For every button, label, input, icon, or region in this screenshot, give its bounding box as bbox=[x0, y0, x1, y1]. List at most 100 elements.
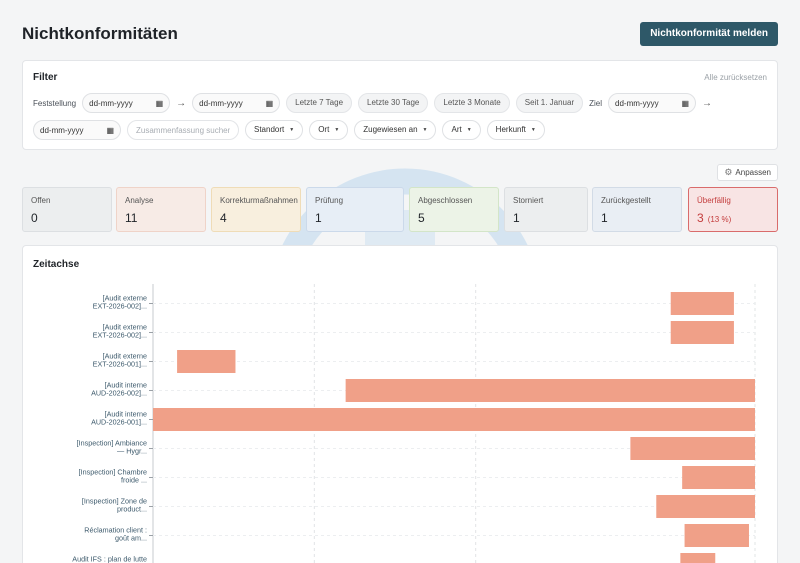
y-tick-label: [Audit interne AUD-2026-001]... bbox=[91, 410, 147, 427]
status-card-1[interactable]: Analyse 11 bbox=[116, 187, 206, 232]
assigned-to-dropdown[interactable]: Zugewiesen an ▼ bbox=[354, 120, 437, 140]
y-tick-label-line: EXT-2026-001]... bbox=[93, 360, 147, 369]
filter-row-search: dd-mm-yyyy ▦ Standort ▼ Ort ▼ Zugewiesen… bbox=[33, 120, 767, 140]
y-tick-label-line: EXT-2026-002]... bbox=[93, 302, 147, 311]
filter-panel: Filter Alle zurücksetzen Feststellung dd… bbox=[22, 60, 778, 150]
status-count-value: 1 bbox=[513, 211, 520, 225]
y-tick-label: Audit IFS : plan de lutte bbox=[72, 555, 147, 563]
status-label: Zurückgestellt bbox=[601, 196, 651, 205]
status-count: 1 bbox=[601, 211, 673, 225]
y-tick-label: [Audit externe EXT-2026-001]... bbox=[93, 352, 147, 369]
status-card-7[interactable]: Überfällig 3 (13 %) bbox=[688, 187, 778, 232]
status-count-value: 0 bbox=[31, 211, 38, 225]
filter-row-dates: Feststellung dd-mm-yyyy ▦ → dd-mm-yyyy ▦… bbox=[33, 93, 767, 113]
timeline-panel: Zeitachse [Audit externe EXT-2026-002]...… bbox=[22, 245, 778, 563]
status-count-value: 5 bbox=[418, 211, 425, 225]
y-tick-label-line: product... bbox=[117, 505, 147, 514]
type-dropdown[interactable]: Art ▼ bbox=[442, 120, 481, 140]
status-count: 4 bbox=[220, 211, 292, 225]
status-count-value: 1 bbox=[601, 211, 608, 225]
caret-down-icon: ▼ bbox=[422, 127, 428, 133]
status-count-value: 11 bbox=[125, 211, 138, 225]
y-tick-label-line: EXT-2026-002]... bbox=[93, 331, 147, 340]
y-tick-label: [Inspection] Zone de product... bbox=[82, 497, 147, 514]
caret-down-icon: ▼ bbox=[334, 127, 340, 133]
status-count-value: 1 bbox=[315, 211, 322, 225]
y-tick-label-line: froide ... bbox=[121, 476, 147, 485]
y-tick-label: [Inspection] Chambre froide ... bbox=[79, 468, 147, 485]
timeline-bar[interactable] bbox=[656, 495, 755, 518]
y-tick-label: [Inspection] Ambiance — Hygr... bbox=[77, 439, 147, 456]
preset-since-january[interactable]: Seit 1. Januar bbox=[515, 93, 584, 113]
dropdown-label: Ort bbox=[318, 125, 330, 134]
status-card-0[interactable]: Offen 0 bbox=[22, 187, 112, 232]
place-dropdown[interactable]: Ort ▼ bbox=[309, 120, 349, 140]
status-label: Abgeschlossen bbox=[418, 196, 473, 205]
status-label: Überfällig bbox=[697, 196, 731, 205]
filter-title: Filter bbox=[33, 72, 58, 83]
feststellung-to-date-input[interactable]: dd-mm-yyyy ▦ bbox=[192, 93, 281, 113]
y-tick-label-line: Audit IFS : plan de lutte bbox=[72, 555, 147, 563]
y-tick-label-line: — Hygr... bbox=[117, 447, 147, 456]
timeline-bar[interactable] bbox=[670, 321, 734, 344]
status-count: 1 bbox=[315, 211, 395, 225]
calendar-icon: ▦ bbox=[106, 125, 114, 135]
date-placeholder: dd-mm-yyyy bbox=[199, 98, 243, 108]
timeline-chart: [Audit externe EXT-2026-002]... [Audit ext… bbox=[72, 284, 756, 563]
status-label: Korrekturmaßnahmen bbox=[220, 196, 298, 205]
preset-last-30-days[interactable]: Letzte 30 Tage bbox=[358, 93, 429, 113]
timeline-bar[interactable] bbox=[630, 437, 755, 460]
status-card-5[interactable]: Storniert 1 bbox=[504, 187, 588, 232]
dropdown-label: Zugewiesen an bbox=[363, 125, 418, 134]
page-header: Nichtkonformitäten Nichtkonformität meld… bbox=[22, 14, 778, 54]
summary-search-input[interactable] bbox=[127, 120, 239, 140]
status-card-2[interactable]: Korrekturmaßnahmen 4 bbox=[211, 187, 301, 232]
status-count: 5 bbox=[418, 211, 490, 225]
status-label: Offen bbox=[31, 196, 51, 205]
preset-last-3-months[interactable]: Letzte 3 Monate bbox=[434, 93, 510, 113]
y-tick-label-line: AUD-2026-001]... bbox=[91, 418, 147, 427]
y-tick-label-line: goût am... bbox=[115, 534, 147, 543]
status-label: Storniert bbox=[513, 196, 544, 205]
status-card-6[interactable]: Zurückgestellt 1 bbox=[592, 187, 682, 232]
timeline-bar[interactable] bbox=[682, 466, 755, 489]
timeline-bar[interactable] bbox=[670, 292, 734, 315]
dropdown-label: Herkunft bbox=[495, 125, 526, 134]
customize-button[interactable]: ⚙ Anpassen bbox=[717, 164, 778, 181]
timeline-bar[interactable] bbox=[680, 553, 716, 563]
status-cards: Offen 0 Analyse 11 Korrekturmaßnahmen 4 Prüfun… bbox=[22, 187, 778, 232]
timeline-bar[interactable] bbox=[684, 524, 749, 547]
date-placeholder: dd-mm-yyyy bbox=[615, 98, 659, 108]
reset-all-link[interactable]: Alle zurücksetzen bbox=[704, 73, 767, 82]
report-nonconformity-button[interactable]: Nichtkonformität melden bbox=[640, 22, 778, 46]
status-card-3[interactable]: Prüfung 1 bbox=[306, 187, 404, 232]
y-tick-label: [Audit externe EXT-2026-002]... bbox=[93, 323, 147, 340]
origin-dropdown[interactable]: Herkunft ▼ bbox=[486, 120, 545, 140]
status-label: Prüfung bbox=[315, 196, 344, 205]
status-percentage: (13 %) bbox=[707, 215, 732, 224]
timeline-bar[interactable] bbox=[345, 379, 755, 402]
caret-down-icon: ▼ bbox=[466, 127, 472, 133]
location-dropdown[interactable]: Standort ▼ bbox=[245, 120, 304, 140]
feststellung-from-date-input[interactable]: dd-mm-yyyy ▦ bbox=[82, 93, 171, 113]
status-count: 11 bbox=[125, 211, 197, 225]
ziel-from-date-input[interactable]: dd-mm-yyyy ▦ bbox=[608, 93, 697, 113]
date-placeholder: dd-mm-yyyy bbox=[89, 98, 133, 108]
caret-down-icon: ▼ bbox=[530, 127, 536, 133]
feststellung-label: Feststellung bbox=[33, 98, 77, 108]
arrow-right-icon: → bbox=[176, 97, 187, 109]
timeline-bar[interactable] bbox=[153, 408, 755, 431]
timeline-bar[interactable] bbox=[177, 350, 236, 373]
preset-last-7-days[interactable]: Letzte 7 Tage bbox=[286, 93, 353, 113]
status-count: 3 (13 %) bbox=[697, 211, 769, 225]
gear-icon: ⚙ bbox=[724, 167, 733, 177]
y-tick-label: [Audit externe EXT-2026-002]... bbox=[93, 294, 147, 311]
ziel-to-date-input[interactable]: dd-mm-yyyy ▦ bbox=[33, 120, 121, 140]
y-tick-label: Réclamation client : goût am... bbox=[84, 526, 147, 543]
arrow-right-icon: → bbox=[702, 97, 713, 109]
customize-label: Anpassen bbox=[735, 168, 771, 177]
dropdown-label: Standort bbox=[254, 125, 285, 134]
page-title: Nichtkonformitäten bbox=[22, 24, 178, 43]
status-card-4[interactable]: Abgeschlossen 5 bbox=[409, 187, 499, 232]
dropdown-label: Art bbox=[451, 125, 462, 134]
